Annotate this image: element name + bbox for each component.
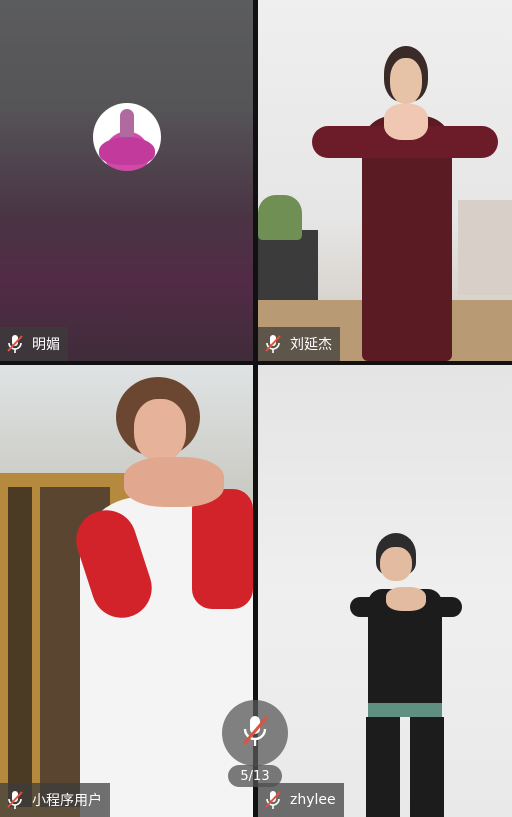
participant-tile-1[interactable]: 明媚 (0, 0, 253, 361)
mic-muted-icon (264, 334, 282, 354)
participant-name-tag: 刘延杰 (258, 327, 340, 361)
participant-name-tag: 明媚 (0, 327, 68, 361)
page-indicator: 5/13 (228, 765, 282, 787)
video-grid: 明媚 刘延杰 小程序用户 zhylee 5/13 (0, 0, 512, 817)
participant-name: 刘延杰 (290, 337, 332, 353)
person-video (68, 377, 253, 817)
mic-muted-icon (6, 790, 24, 810)
person-video (310, 46, 500, 361)
participant-name-tag: 小程序用户 (0, 783, 110, 817)
mic-muted-icon (6, 334, 24, 354)
mic-muted-icon (240, 714, 270, 752)
mic-muted-icon (264, 790, 282, 810)
person-video (350, 533, 462, 817)
participant-name-tag: zhylee (258, 783, 344, 817)
participant-tile-2[interactable]: 刘延杰 (258, 0, 512, 361)
participant-tile-3[interactable]: 小程序用户 (0, 365, 253, 817)
mic-toggle-button[interactable] (222, 700, 288, 766)
participant-name: 小程序用户 (32, 793, 102, 809)
participant-name: 明媚 (32, 337, 60, 353)
participant-tile-4[interactable]: zhylee (258, 365, 512, 817)
participant-avatar (93, 103, 161, 171)
participant-name: zhylee (290, 792, 336, 808)
